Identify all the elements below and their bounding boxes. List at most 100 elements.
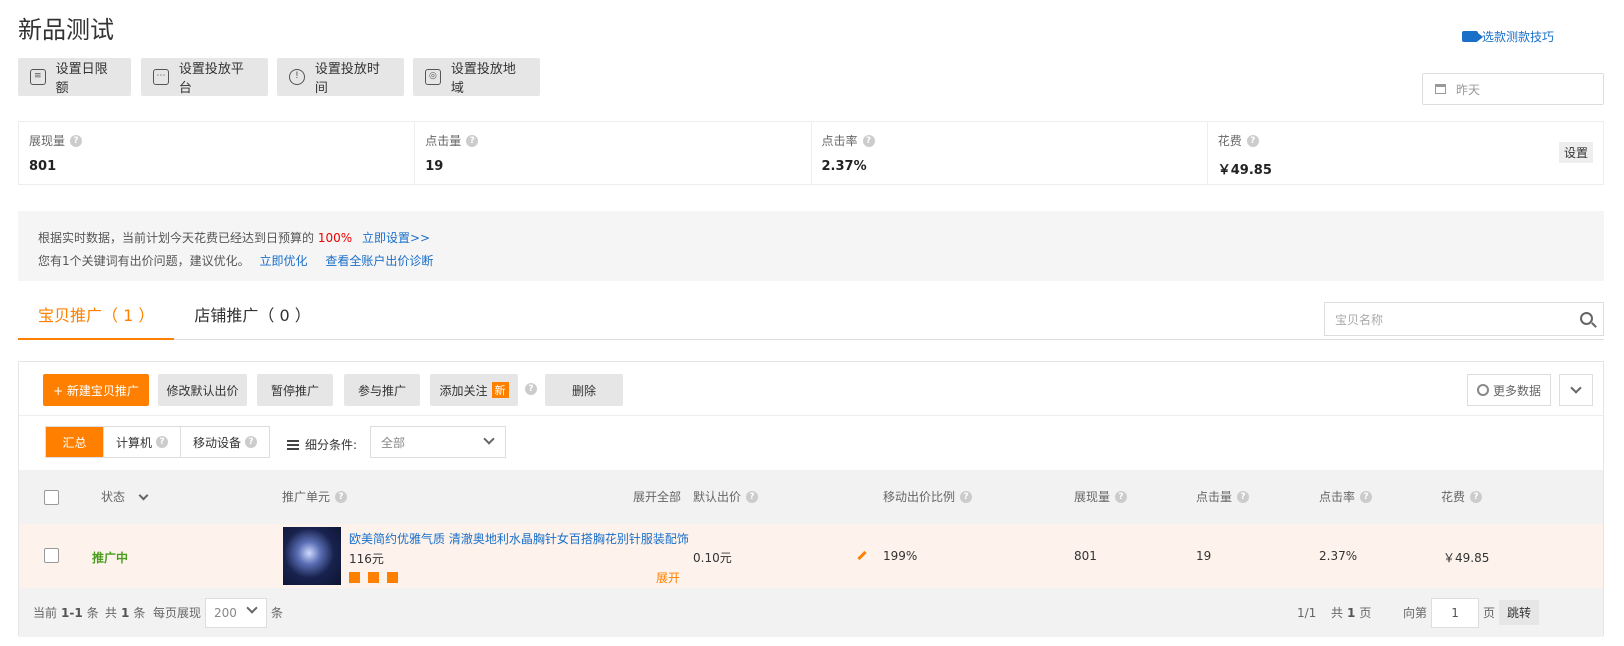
per-page-select[interactable]: 200 <box>205 597 268 628</box>
status-column-header[interactable]: 状态 <box>101 470 149 524</box>
help-icon[interactable]: ? <box>1360 491 1373 503</box>
collapse-toggle[interactable] <box>1559 374 1593 406</box>
item-search-input[interactable]: 宝贝名称 <box>1324 302 1604 336</box>
segment-mobile[interactable]: 移动设备? <box>181 427 269 457</box>
checkbox[interactable] <box>44 548 59 563</box>
stat-value: ￥49.85 <box>1217 163 1272 178</box>
product-thumbnail[interactable] <box>283 527 341 585</box>
help-icon[interactable]: ? <box>525 383 537 395</box>
delete-button[interactable]: 删除 <box>545 374 623 406</box>
segment-summary[interactable]: 汇总 <box>46 427 104 457</box>
tips-link[interactable]: 选款测款技巧 <box>1461 28 1554 45</box>
pause-button[interactable]: 暂停推广 <box>257 374 333 406</box>
select-all-checkbox[interactable] <box>44 470 59 524</box>
column-label: 状态 <box>101 490 126 504</box>
pagination-text: 条 <box>86 606 99 620</box>
stat-cost: 花费? ￥49.85 设置 <box>1208 122 1603 184</box>
column-label: 花费 <box>1441 490 1466 504</box>
filter-select[interactable]: 全部 <box>370 426 506 458</box>
notice-text: 根据实时数据，当前计划今天花费已经达到日预算的 <box>38 231 315 245</box>
ctr-value: 2.37% <box>1319 549 1358 563</box>
set-platform-label: 设置投放平台 <box>178 62 244 96</box>
stat-clicks: 点击量? 19 <box>415 122 812 184</box>
expand-all-button[interactable]: 展开全部 <box>633 470 681 524</box>
help-icon[interactable]: ? <box>1237 491 1250 503</box>
pagination-text: 页 <box>1483 606 1496 620</box>
stats-setting-button[interactable]: 设置 <box>1558 142 1593 163</box>
goto-page-input[interactable]: 1 <box>1431 597 1480 628</box>
pagination-bar: 当前 1-1 条 共 1 条 每页展现 200 条 1/1 共 1 页 向第 1… <box>19 588 1603 637</box>
gear-icon <box>1476 384 1489 396</box>
add-follow-button[interactable]: 添加关注 新 <box>430 374 518 406</box>
filter-select-value: 全部 <box>381 435 406 450</box>
help-icon[interactable]: ? <box>960 491 973 503</box>
table-row: 推广中 欧美简约优雅气质 清澈奥地利水晶胸针女百搭胸花别针服装配饰 116元 展… <box>19 524 1603 588</box>
help-icon[interactable]: ? <box>1246 134 1259 147</box>
checkbox[interactable] <box>44 489 59 505</box>
help-icon[interactable]: ? <box>335 491 348 503</box>
tab-item-promotion[interactable]: 宝贝推广（ 1 ） <box>18 296 175 340</box>
pencil-icon <box>857 550 867 561</box>
column-label: 点击率 <box>1319 490 1356 504</box>
stat-ctr: 点击率? 2.37% <box>812 122 1208 184</box>
help-icon[interactable]: ? <box>1470 491 1483 503</box>
unit-column-header: 推广单元? <box>282 470 348 524</box>
row-checkbox[interactable] <box>44 548 59 563</box>
pagination-text: 条 <box>271 606 284 620</box>
filter-label-text: 细分条件: <box>305 438 358 452</box>
total-count: 共 1 条 <box>105 588 145 637</box>
set-time-button[interactable]: ! 设置投放时间 <box>277 58 404 96</box>
new-item-promotion-button[interactable]: + 新建宝贝推广 <box>43 374 149 406</box>
product-title-link[interactable]: 欧美简约优雅气质 清澈奥地利水晶胸针女百搭胸花别针服装配饰 <box>349 530 689 547</box>
help-icon[interactable]: ? <box>1115 491 1128 503</box>
product-price: 116元 <box>349 552 384 566</box>
list-icon <box>287 439 299 450</box>
join-button[interactable]: 参与推广 <box>344 374 420 406</box>
set-region-button[interactable]: ◎ 设置投放地域 <box>413 58 540 96</box>
pagination-number: 1 <box>121 605 130 620</box>
impressions-column-header: 展现量? <box>1074 470 1128 524</box>
pagination-text: 当前 <box>33 606 58 620</box>
stat-value: 19 <box>425 159 444 174</box>
help-icon[interactable]: ? <box>862 134 875 147</box>
help-icon[interactable]: ? <box>70 134 83 147</box>
notice-text: 您有1个关键词有出价问题，建议优化。 <box>38 254 250 268</box>
mobile-ratio-column-header: 移动出价比例? <box>883 470 973 524</box>
segment-computer[interactable]: 计算机? <box>104 427 182 457</box>
clock-icon: ! <box>289 69 305 85</box>
promotion-panel: + 新建宝贝推广 修改默认出价 暂停推广 参与推广 添加关注 新 ? 删除 更多… <box>18 361 1604 637</box>
optimize-now-link[interactable]: 立即优化 <box>259 254 307 268</box>
column-label: 移动出价比例 <box>883 490 956 504</box>
bid-diagnosis-link[interactable]: 查看全账户出价诊断 <box>325 254 433 268</box>
page-info: 1/1 <box>1297 605 1317 620</box>
help-icon[interactable]: ? <box>245 436 258 448</box>
copy-icon[interactable] <box>368 572 379 583</box>
more-data-button[interactable]: 更多数据 <box>1467 374 1551 406</box>
pagination-text: 页 <box>1359 606 1372 620</box>
clicks-column-header: 点击量? <box>1196 470 1250 524</box>
per-page: 每页展现 200 条 <box>153 588 283 637</box>
edit-bid-button[interactable] <box>857 550 867 561</box>
pause-icon[interactable] <box>349 572 360 583</box>
chevron-down-icon <box>1570 382 1582 394</box>
cost-value: ￥49.85 <box>1443 551 1490 565</box>
search-icon[interactable] <box>1580 312 1593 325</box>
expand-row-link[interactable]: 展开 <box>656 569 680 586</box>
budget-percent: 100% <box>317 231 353 245</box>
set-daily-limit-button[interactable]: ≡ 设置日限额 <box>18 58 131 96</box>
product-image[interactable] <box>283 527 341 585</box>
date-picker[interactable]: 昨天 <box>1422 73 1604 105</box>
trash-icon[interactable] <box>387 572 398 583</box>
help-icon[interactable]: ? <box>156 436 169 448</box>
set-platform-button[interactable]: ⋯ 设置投放平台 <box>141 58 268 96</box>
help-icon[interactable]: ? <box>746 491 759 503</box>
help-icon[interactable]: ? <box>466 134 479 147</box>
search-placeholder: 宝贝名称 <box>1335 312 1384 327</box>
stat-label: 展现量 <box>29 134 66 148</box>
jump-button[interactable]: 跳转 <box>1499 600 1540 625</box>
modify-bid-button[interactable]: 修改默认出价 <box>158 374 247 406</box>
tab-shop-promotion[interactable]: 店铺推广（ 0 ） <box>174 296 330 340</box>
filter-label: 细分条件: <box>287 436 357 453</box>
set-now-link[interactable]: 立即设置>> <box>362 231 430 245</box>
column-label: 点击量 <box>1196 490 1233 504</box>
